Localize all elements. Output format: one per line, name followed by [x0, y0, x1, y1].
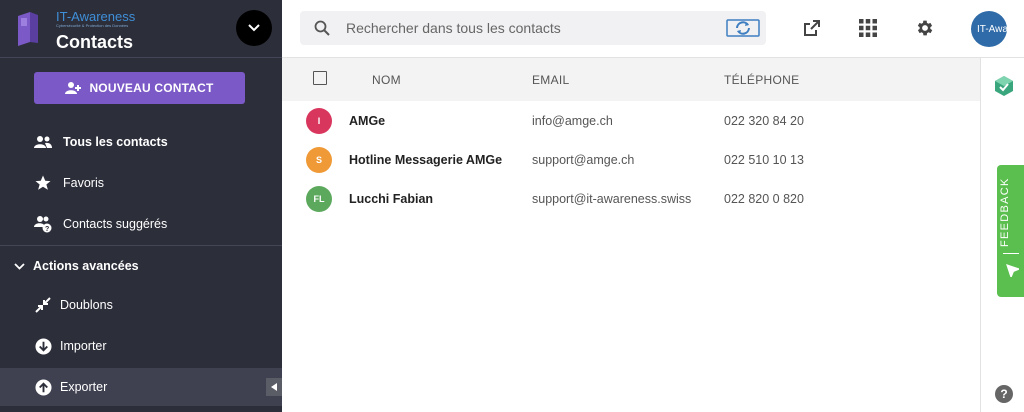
- open-external-icon[interactable]: [801, 17, 823, 39]
- svg-text:?: ?: [45, 226, 49, 233]
- contact-phone: 022 510 10 13: [724, 153, 804, 167]
- select-all-checkbox[interactable]: [313, 71, 327, 85]
- contact-avatar: FL: [306, 186, 332, 212]
- sidebar-item-export[interactable]: Exporter: [0, 368, 282, 406]
- top-bar: IT-Aware: [282, 0, 1024, 58]
- app-title: Contacts: [56, 32, 134, 52]
- search-input[interactable]: [344, 19, 708, 37]
- column-header-email[interactable]: EMAIL: [532, 73, 570, 87]
- sync-icon[interactable]: [726, 18, 760, 38]
- sidebar-item-import[interactable]: Importer: [0, 327, 282, 365]
- addon-logo-icon[interactable]: [995, 76, 1013, 101]
- advanced-actions-label: Actions avancées: [33, 259, 139, 273]
- search-icon: [314, 20, 330, 36]
- column-header-phone[interactable]: TÉLÉPHONE: [724, 73, 799, 87]
- merge-icon: [34, 296, 52, 314]
- sidebar-item-label: Contacts suggérés: [63, 217, 168, 231]
- sidebar-item-label: Tous les contacts: [63, 135, 168, 149]
- export-icon: [34, 378, 52, 396]
- table-row[interactable]: I AMGe info@amge.ch 022 320 84 20: [282, 101, 980, 140]
- add-person-icon: [65, 81, 82, 95]
- help-button[interactable]: ?: [995, 385, 1013, 403]
- advanced-actions-toggle[interactable]: Actions avancées: [0, 248, 282, 284]
- apps-grid-icon[interactable]: [857, 17, 879, 39]
- contact-phone: 022 320 84 20: [724, 114, 804, 128]
- feedback-tab[interactable]: FEEDBACK: [997, 165, 1024, 297]
- right-side-panel: FEEDBACK ?: [980, 58, 1024, 412]
- table-row[interactable]: S Hotline Messagerie AMGe support@amge.c…: [282, 140, 980, 179]
- brand-tagline: Cybersécurité & Protection des Données: [56, 23, 129, 28]
- search-bar: [300, 11, 766, 45]
- contact-phone: 022 820 0 820: [724, 192, 804, 206]
- people-icon: [34, 133, 52, 151]
- suggested-contacts-icon: ?: [34, 215, 52, 233]
- feedback-label: FEEDBACK: [999, 177, 1011, 247]
- contact-email: support@it-awareness.swiss: [532, 192, 692, 206]
- sidebar-item-label: Exporter: [60, 380, 108, 394]
- sidebar-item-label: Favoris: [63, 176, 104, 190]
- table-header: NOM EMAIL TÉLÉPHONE: [282, 58, 980, 101]
- sidebar-item-suggested-contacts[interactable]: ? Contacts suggérés: [0, 205, 282, 243]
- column-header-name[interactable]: NOM: [372, 73, 401, 87]
- divider: [0, 245, 282, 246]
- chevron-down-icon: [14, 262, 25, 270]
- brand-name: IT-Awareness: [56, 9, 136, 24]
- sidebar-item-duplicates[interactable]: Doublons: [0, 286, 282, 324]
- import-icon: [34, 337, 52, 355]
- contact-avatar: I: [306, 108, 332, 134]
- sidebar-item-all-contacts[interactable]: Tous les contacts: [0, 123, 282, 161]
- new-contact-button[interactable]: NOUVEAU CONTACT: [34, 72, 245, 104]
- app-logo-icon: [18, 12, 38, 46]
- app-switcher-button[interactable]: [236, 10, 272, 46]
- settings-gear-icon[interactable]: [914, 17, 936, 39]
- sidebar-item-favorites[interactable]: Favoris: [0, 164, 282, 202]
- table-row[interactable]: FL Lucchi Fabian support@it-awareness.sw…: [282, 179, 980, 218]
- sidebar-item-label: Doublons: [60, 298, 113, 312]
- avatar-text: IT-Aware: [977, 23, 1007, 35]
- contact-email: info@amge.ch: [532, 114, 613, 128]
- new-contact-label: NOUVEAU CONTACT: [89, 81, 214, 95]
- sidebar: IT-Awareness Cybersécurité & Protection …: [0, 0, 282, 412]
- contact-name: AMGe: [349, 114, 386, 128]
- divider: [0, 57, 282, 58]
- brand: IT-Awareness Cybersécurité & Protection …: [16, 10, 135, 53]
- chevron-down-icon: [248, 24, 260, 32]
- contact-name: Hotline Messagerie AMGe: [349, 153, 503, 167]
- collapse-sidebar-button[interactable]: [266, 378, 282, 396]
- contact-name: Lucchi Fabian: [349, 192, 434, 206]
- star-icon: [34, 174, 52, 192]
- contact-avatar: S: [306, 147, 332, 173]
- caret-left-icon: [271, 383, 277, 391]
- contact-email: support@amge.ch: [532, 153, 635, 167]
- sidebar-item-label: Importer: [60, 339, 107, 353]
- user-avatar[interactable]: IT-Aware: [971, 11, 1007, 47]
- send-icon: [1003, 261, 1021, 282]
- divider: [1003, 253, 1019, 254]
